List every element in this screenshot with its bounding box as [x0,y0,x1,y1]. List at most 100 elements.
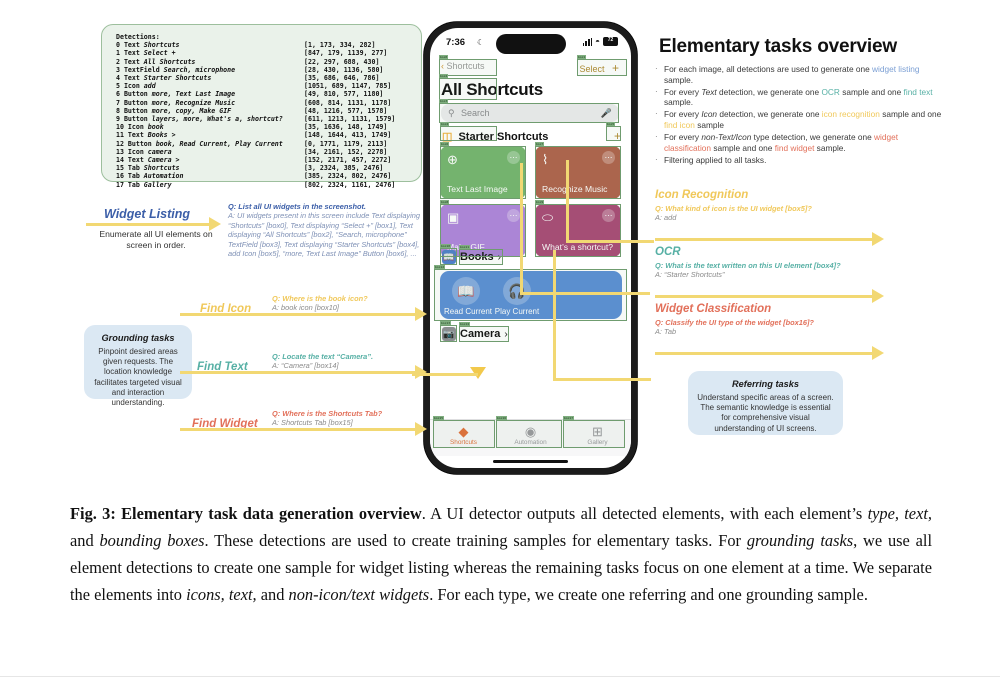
overview-title: Elementary tasks overview [659,36,897,57]
status-indicators: ◓ 72 [582,37,618,46]
detection-box [440,146,526,199]
detections-title: Detections: [116,33,160,41]
overview-bullet-text: Filtering applied to all tasks. [664,154,767,165]
wifi-icon: ◓ [595,37,600,46]
detection-box-tag: box5 [606,122,616,126]
detection-type: 6 Button more, Text Last Image [116,90,236,99]
detection-box-tag: box3 [439,99,449,103]
detection-bbox: [22, 297, 688, 430] [304,57,380,66]
detection-box [439,103,619,123]
detection-box [459,326,509,342]
detection-type: 15 Tab Shortcuts [116,164,180,173]
overview-bullet-text: For every non-Text/Icon type detection, … [664,132,899,153]
detection-row: 4 Text Starter Shortcuts [35, 686, 646, 7… [116,74,421,82]
overview-bullet-text: For every Text detection, we generate on… [664,86,933,108]
detection-bbox: [1, 173, 334, 282] [304,41,376,50]
detection-type: 2 Text All Shortcuts [116,57,196,66]
caption-i1: type, text, [867,504,932,523]
detection-box-tag: box6 [440,142,450,146]
referring-qa-1: Q: What is the text written on this UI e… [655,261,885,280]
detection-box-tag: box17 [563,416,575,420]
detection-type: 14 Text Camera > [116,156,180,165]
battery-icon: 72 [603,37,618,46]
detection-row: 0 Text Shortcuts [1, 173, 334, 282] [116,41,421,49]
detection-row: 10 Icon book [35, 1636, 148, 1749] [116,123,421,131]
detection-bbox: [148, 1644, 413, 1749] [304,131,392,140]
detection-row: 1 Text Select + [847, 179, 1139, 277] [116,49,421,57]
detection-type: 16 Tab Automation [116,172,184,181]
detection-box [440,126,497,141]
referring-question: Q: What kind of icon is the UI widget [b… [655,204,812,213]
referring-label-2: Widget Classification [655,303,772,315]
detection-bbox: [385, 2324, 802, 2476] [304,172,392,181]
referring-label-1: OCR [655,246,681,258]
detection-box-tag: box9 [535,200,545,204]
referring-qa-2: Q: Classify the UI type of the widget [b… [655,318,885,337]
grounding-tasks-body: Pinpoint desired areas given requests. T… [94,347,182,408]
detection-row: 15 Tab Shortcuts [3, 2324, 385, 2476] [116,164,421,172]
detection-type: 12 Button book, Read Current, Play Curre… [116,139,283,148]
referring-answer: A: “Starter Shortcuts” [655,270,725,280]
status-time: 7:36 [446,37,466,48]
detection-bbox: [611, 1213, 1131, 1579] [304,115,396,124]
detection-bbox: [1051, 689, 1147, 785] [304,82,392,91]
detection-row: 6 Button more, Text Last Image [49, 810, … [116,90,421,98]
detection-bbox: [0, 1771, 1179, 2113] [304,139,388,148]
phone-mockup: 7:36 ☾ ◓ 72 ‹ Shortcuts Select + All Sho… [424,22,637,474]
detection-row: 5 Icon add [1051, 689, 1147, 785] [116,82,421,90]
detection-type: 11 Text Books > [116,131,176,140]
detection-box-tag: box14 [459,322,471,326]
referring-tasks-box: Referring tasks Understand specific area… [688,371,843,435]
overview-bullet-text: For every Icon detection, we generate on… [664,109,942,130]
detection-box-tag: box8 [440,200,450,204]
referring-answer: A: add [655,213,677,223]
detection-row: 14 Text Camera > [152, 2171, 457, 2272] [116,156,421,164]
widget-listing-desc: Enumerate all UI elements on screen in o… [99,229,213,250]
referring-qa-0: Q: What kind of icon is the UI widget [b… [655,204,885,223]
signal-bars-icon [582,37,593,46]
phone-screen: 7:36 ☾ ◓ 72 ‹ Shortcuts Select + All Sho… [430,28,631,468]
detection-box [577,59,627,76]
caption-r5: and [256,585,289,604]
detection-type: 13 Icon camera [116,147,172,156]
detection-bbox: [28, 430, 1136, 580] [304,65,384,74]
referring-question: Q: Classify the UI type of the widget [b… [655,318,814,327]
detection-row: 2 Text All Shortcuts [22, 297, 688, 430] [116,58,421,66]
detection-bbox: [3, 2324, 385, 2476] [304,164,384,173]
detection-box-tag: box13 [440,321,452,325]
detection-box [563,420,625,448]
grounding-tasks-box: Grounding tasks Pinpoint desired areas g… [84,325,192,407]
detection-bbox: [49, 810, 577, 1180] [304,90,384,99]
caption-r2: and [70,531,100,550]
figure-page: Detections: 0 Text Shortcuts [1, 173, 334… [0,0,1000,677]
detection-type: 9 Button layers, more, What's a, shortcu… [116,115,283,124]
detection-box [433,420,495,448]
detection-type: 0 Text Shortcuts [116,41,180,50]
overview-bullet-0: · For each image, all detections are used… [655,64,945,85]
detection-box-tag: box1 [577,55,587,59]
caption-bold: Elementary task data generation overview [121,504,422,523]
detection-bbox: [35, 1636, 148, 1749] [304,123,388,132]
caption-i3: grounding tasks [746,531,854,550]
detection-row: 11 Text Books > [148, 1644, 413, 1749] [116,131,421,139]
caption-figno: Fig. 3: [70,504,122,523]
detection-row: 12 Button book, Read Current, Play Curre… [116,140,421,148]
detection-type: 10 Icon book [116,123,164,132]
overview-bullet-1: · For every Text detection, we generate o… [655,87,945,108]
home-indicator [493,460,568,463]
detections-list: 0 Text Shortcuts [1, 173, 334, 282] 1 Text… [116,41,421,189]
overview-bullet-3: · For every non-Text/Icon type detection,… [655,132,945,153]
caption-i4: icons, text, [186,585,257,604]
detection-box [535,146,621,199]
detection-bbox: [48, 1216, 577, 1578] [304,106,388,115]
crescent-moon-icon: ☾ [477,38,485,47]
detection-box-tag: box0 [439,55,449,59]
widget-listing-question: Q: List all UI widgets in the screenshot… [228,202,366,211]
detection-bbox: [35, 686, 646, 786] [304,74,380,83]
detection-type: 7 Button more, Recognize Music [116,98,236,107]
referring-tasks-body: Understand specific areas of a screen. T… [697,393,834,433]
detection-box-tag: box10 [440,244,452,248]
overview-bullet-text: For each image, all detections are used … [664,64,920,85]
bullet-icon: · [655,132,658,142]
detection-box-tag: box12 [434,265,446,269]
